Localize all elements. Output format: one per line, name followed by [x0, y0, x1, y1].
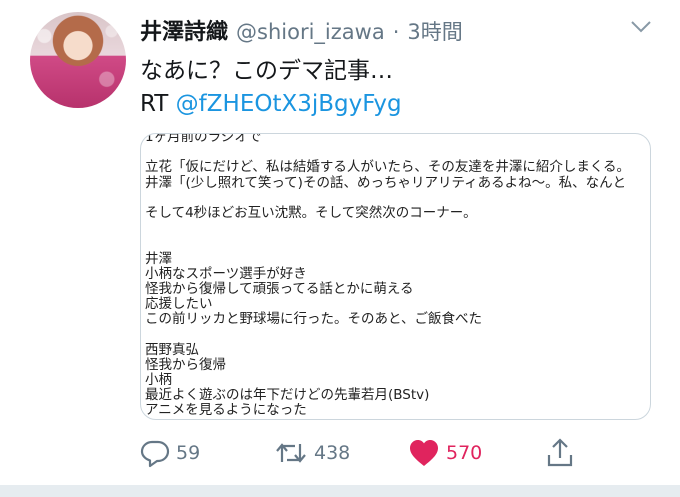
- tweet-actions: 59 438 570: [140, 436, 660, 470]
- document-line: 最近よく遊ぶのは年下だけどの先輩若月(BStv): [145, 387, 430, 404]
- document-line: 立花「仮にだけど、私は結婚する人がいたら、その友達を井澤に紹介しまくる。: [145, 159, 631, 176]
- attached-image[interactable]: 1ヶ月前のラジオで立花「仮にだけど、私は結婚する人がいたら、その友達を井澤に紹介…: [140, 133, 651, 420]
- document-line: 小柄: [145, 372, 172, 388]
- document-line: 応援したい: [145, 296, 213, 313]
- document-line: 西野真弘: [145, 341, 199, 358]
- retweet-line: RT @fZHEOtX3jBgyFyg: [140, 89, 402, 119]
- document-gap: [145, 145, 650, 160]
- document-gap: [145, 327, 650, 342]
- rt-prefix: RT: [140, 91, 176, 117]
- document-gap: [145, 191, 650, 206]
- retweet-count: 438: [314, 442, 351, 464]
- tweet[interactable]: 井澤詩織 @shiori_izawa · 3時間 なあに？このデマ記事… RT …: [0, 0, 680, 485]
- share-icon: [547, 438, 573, 467]
- tweet-text: なあに？このデマ記事…: [140, 58, 393, 84]
- document-line: 井澤「(少し照れて笑って)その話、めっちゃリアリティあるよね〜。私、なんと: [145, 174, 627, 191]
- mention-link[interactable]: @fZHEOtX3jBgyFyg: [176, 91, 402, 117]
- reply-icon: [140, 440, 170, 468]
- document-line: 井澤: [145, 250, 172, 267]
- reply-button[interactable]: 59: [140, 436, 200, 470]
- chevron-down-icon[interactable]: [630, 20, 652, 34]
- document-text: 1ヶ月前のラジオで立花「仮にだけど、私は結婚する人がいたら、その友達を井澤に紹介…: [145, 133, 650, 419]
- retweet-button[interactable]: 438: [274, 436, 350, 470]
- timestamp[interactable]: 3時間: [407, 16, 462, 46]
- display-name[interactable]: 井澤詩織: [140, 14, 228, 46]
- document-line: そして4秒ほどお互い沈黙。そして突然次のコーナー。: [145, 204, 477, 221]
- document-line: アニメを見るようになった: [145, 402, 307, 419]
- document-line: 1ヶ月前のラジオで: [145, 133, 262, 145]
- document-gap: [145, 221, 650, 236]
- document-gap: [145, 236, 650, 251]
- reply-count: 59: [176, 442, 201, 464]
- document-line: 怪我から復帰: [145, 356, 226, 373]
- avatar[interactable]: [30, 12, 126, 108]
- tweet-header: 井澤詩織 @shiori_izawa · 3時間: [140, 14, 463, 46]
- like-count: 570: [446, 442, 483, 464]
- separator-dot: ·: [392, 20, 400, 44]
- heart-icon: [410, 440, 438, 466]
- retweet-icon: [276, 443, 306, 463]
- document-line: この前リッカと野球場に行った。そのあと、ご飯食べた: [145, 311, 482, 328]
- document-line: 小柄なスポーツ選手が好き: [145, 265, 307, 282]
- document-line: 怪我から復帰して頑張ってる話とかに萌える: [145, 280, 414, 297]
- timeline-divider: [0, 485, 680, 497]
- share-button[interactable]: [545, 436, 575, 470]
- user-handle[interactable]: @shiori_izawa: [236, 20, 385, 44]
- like-button[interactable]: 570: [408, 436, 482, 470]
